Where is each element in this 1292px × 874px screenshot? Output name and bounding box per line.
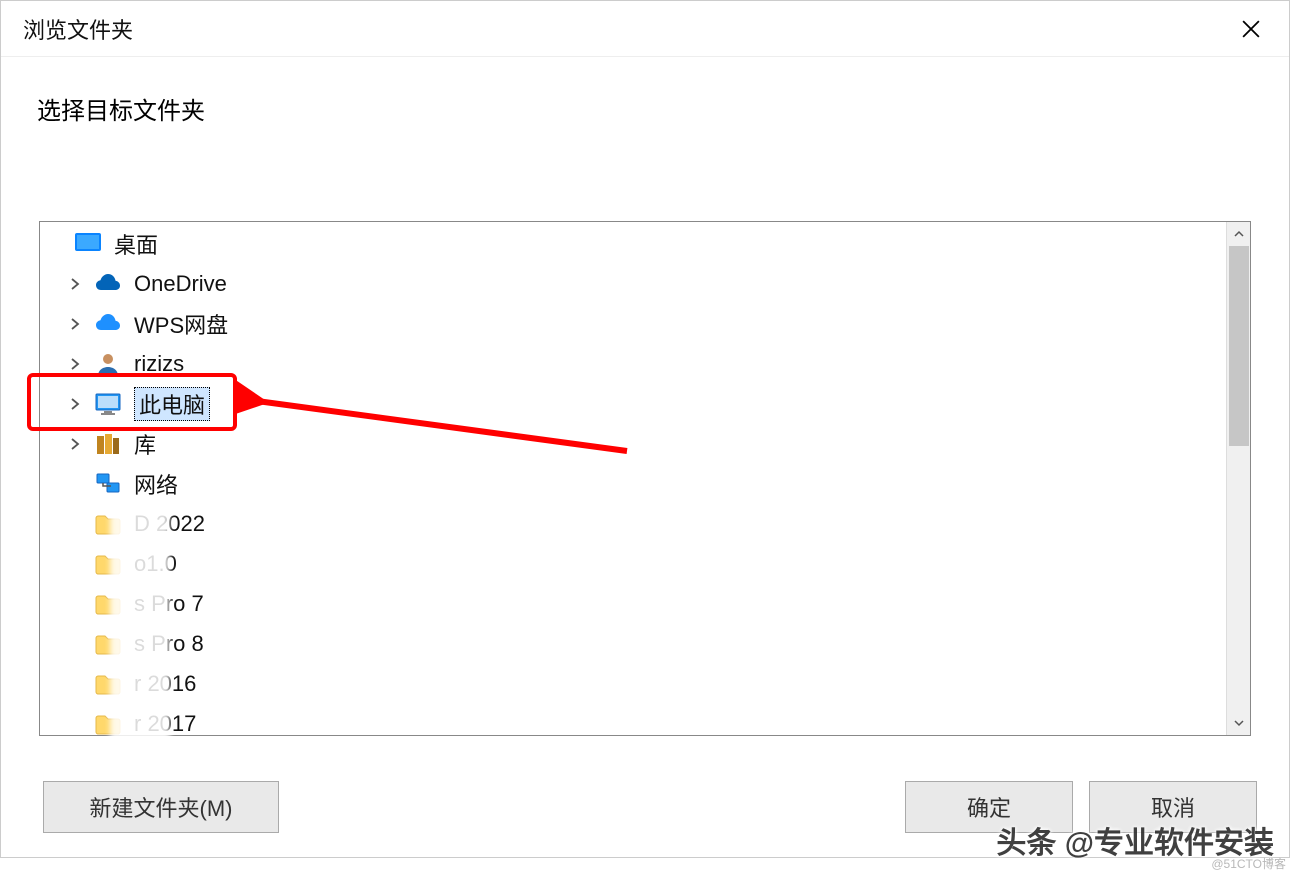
wps-cloud-icon xyxy=(94,310,122,338)
expander-chevron-icon[interactable] xyxy=(66,395,84,413)
folder-tree-container: 桌面 OneDrive WPS网盘 rizizs 此电脑库网络 D 2022 o1.0 s P… xyxy=(39,221,1251,736)
vertical-scrollbar[interactable] xyxy=(1226,222,1250,735)
tree-item[interactable]: r 2017 xyxy=(40,704,1226,735)
chevron-up-icon xyxy=(1234,229,1244,239)
libraries-icon xyxy=(94,430,122,458)
expander-chevron-icon[interactable] xyxy=(66,435,84,453)
scroll-down-button[interactable] xyxy=(1227,711,1250,735)
tree-item-label: 此电脑 xyxy=(139,393,205,418)
tree-item-label: 库 xyxy=(134,433,156,458)
instruction-text: 选择目标文件夹 xyxy=(1,57,1289,126)
tree-item-label: D 2022 xyxy=(134,511,205,536)
tree-item[interactable]: 库 xyxy=(40,424,1226,464)
folder-icon xyxy=(94,670,122,698)
tree-item[interactable]: o1.0 xyxy=(40,544,1226,584)
ok-label: 确定 xyxy=(967,791,1011,823)
expander-chevron-icon[interactable] xyxy=(66,355,84,373)
folder-icon xyxy=(94,510,122,538)
close-button[interactable] xyxy=(1231,9,1271,49)
new-folder-button[interactable]: 新建文件夹(M) xyxy=(43,781,279,833)
folder-icon xyxy=(94,710,122,735)
tree-item[interactable]: s Pro 7 xyxy=(40,584,1226,624)
folder-icon xyxy=(94,590,122,618)
tree-item[interactable]: WPS网盘 xyxy=(40,304,1226,344)
close-icon xyxy=(1242,20,1260,38)
this-pc-icon xyxy=(94,390,122,418)
tree-item-label: OneDrive xyxy=(134,271,227,296)
tree-item[interactable]: 桌面 xyxy=(40,224,1226,264)
tree-item-label: 网络 xyxy=(134,473,178,498)
expander-chevron-icon[interactable] xyxy=(66,315,84,333)
desktop-blue-icon xyxy=(74,230,102,258)
expander-chevron-icon[interactable] xyxy=(66,275,84,293)
cancel-button[interactable]: 取消 xyxy=(1089,781,1257,833)
tree-item[interactable]: rizizs xyxy=(40,344,1226,384)
tree-item[interactable]: s Pro 8 xyxy=(40,624,1226,664)
dialog-title: 浏览文件夹 xyxy=(23,13,133,45)
folder-tree[interactable]: 桌面 OneDrive WPS网盘 rizizs 此电脑库网络 D 2022 o1.0 s P… xyxy=(40,222,1226,735)
cancel-label: 取消 xyxy=(1151,791,1195,823)
tree-item[interactable]: 网络 xyxy=(40,464,1226,504)
folder-icon xyxy=(94,550,122,578)
new-folder-label: 新建文件夹(M) xyxy=(90,791,233,823)
tree-item-label: WPS网盘 xyxy=(134,313,228,338)
onedrive-icon xyxy=(94,270,122,298)
tree-item-label: s Pro 8 xyxy=(134,631,204,656)
titlebar: 浏览文件夹 xyxy=(1,1,1289,57)
ok-button[interactable]: 确定 xyxy=(905,781,1073,833)
scroll-up-button[interactable] xyxy=(1227,222,1250,246)
tree-item-label: s Pro 7 xyxy=(134,591,204,616)
tree-item-label: r 2017 xyxy=(134,711,196,735)
network-icon xyxy=(94,470,122,498)
tree-item[interactable]: r 2016 xyxy=(40,664,1226,704)
dialog-button-row: 新建文件夹(M) 确定 取消 xyxy=(43,781,1257,833)
tree-item[interactable]: 此电脑 xyxy=(40,384,1226,424)
tree-item[interactable]: D 2022 xyxy=(40,504,1226,544)
tree-item[interactable]: OneDrive xyxy=(40,264,1226,304)
chevron-down-icon xyxy=(1234,718,1244,728)
tree-item-label: 桌面 xyxy=(114,233,158,258)
tree-item-label: o1.0 xyxy=(134,551,177,576)
folder-icon xyxy=(94,630,122,658)
browse-folder-dialog: 浏览文件夹 选择目标文件夹 桌面 OneDrive WPS网盘 rizizs 此电脑库网… xyxy=(0,0,1290,858)
user-icon xyxy=(94,350,122,378)
tree-item-label: r 2016 xyxy=(134,671,196,696)
scroll-thumb[interactable] xyxy=(1229,246,1249,446)
tree-item-label: rizizs xyxy=(134,351,184,376)
